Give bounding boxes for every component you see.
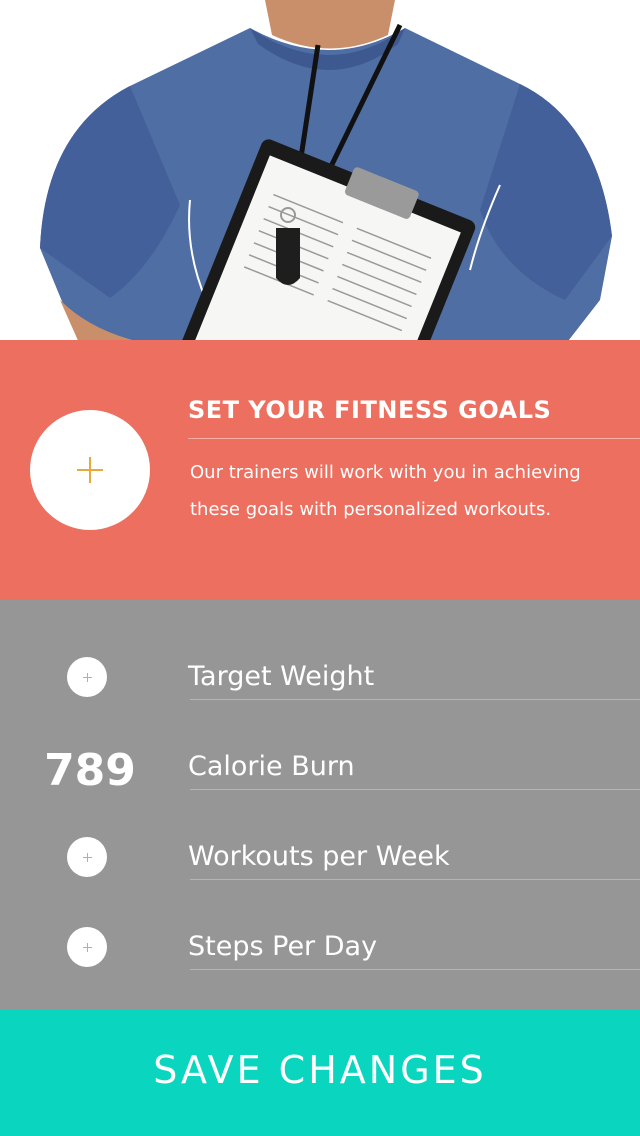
metric-label: Calorie Burn: [188, 751, 355, 782]
plus-icon: [83, 853, 92, 862]
plus-icon: [83, 943, 92, 952]
hero-image: [0, 0, 640, 340]
goals-title: SET YOUR FITNESS GOALS: [188, 396, 552, 424]
divider: [190, 969, 640, 970]
add-target-weight-button[interactable]: [67, 657, 107, 697]
goal-metrics-list: Target Weight 789 Calorie Burn Workouts …: [0, 600, 640, 1010]
calorie-burn-value[interactable]: 789: [20, 745, 160, 796]
add-goal-button[interactable]: [30, 410, 150, 530]
add-steps-per-day-button[interactable]: [67, 927, 107, 967]
plus-icon: [83, 673, 92, 682]
divider: [190, 789, 640, 790]
metric-row-workouts-per-week[interactable]: Workouts per Week: [0, 807, 640, 897]
trainer-photo: [40, 0, 612, 340]
save-changes-button[interactable]: SAVE CHANGES: [0, 1010, 640, 1136]
add-workouts-per-week-button[interactable]: [67, 837, 107, 877]
plus-icon: [77, 457, 103, 483]
divider: [190, 879, 640, 880]
goals-panel: SET YOUR FITNESS GOALS Our trainers will…: [0, 340, 640, 600]
goals-description: Our trainers will work with you in achie…: [190, 462, 581, 520]
metric-label: Target Weight: [188, 661, 375, 692]
save-changes-label: SAVE CHANGES: [153, 1048, 487, 1092]
metric-row-calorie-burn[interactable]: 789 Calorie Burn: [0, 717, 640, 807]
metric-row-steps-per-day[interactable]: Steps Per Day: [0, 897, 640, 987]
metric-label: Workouts per Week: [188, 841, 450, 872]
divider: [190, 699, 640, 700]
metric-row-target-weight[interactable]: Target Weight: [0, 627, 640, 717]
metric-label: Steps Per Day: [188, 931, 378, 962]
divider: [188, 438, 640, 439]
